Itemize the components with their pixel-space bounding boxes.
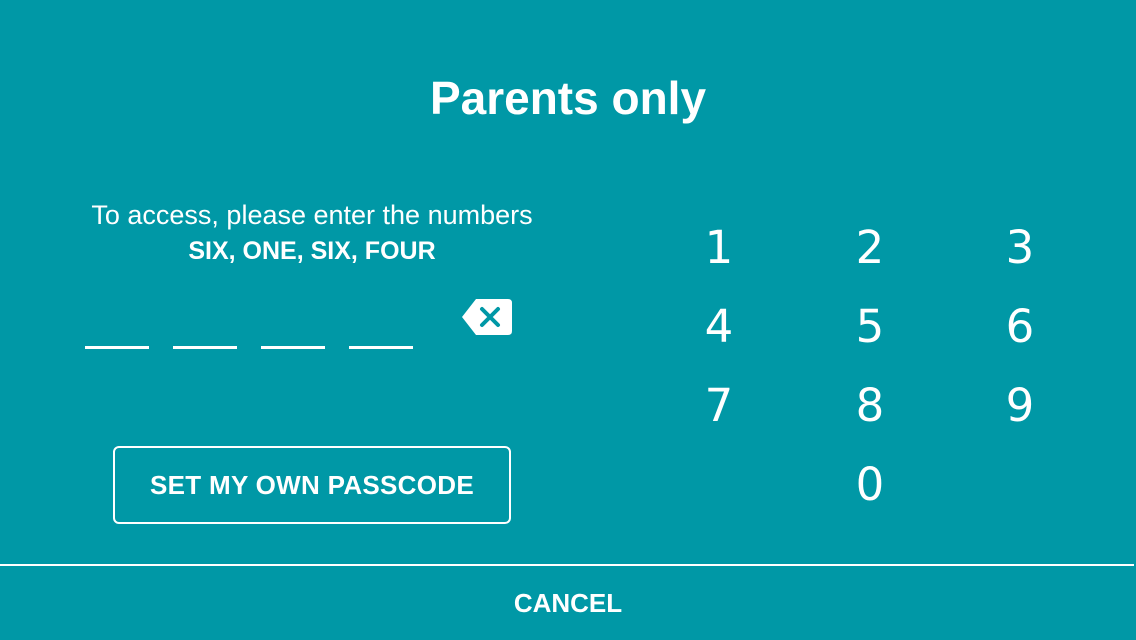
backspace-icon — [462, 299, 512, 335]
parental-gate-screen: Parents only To access, please enter the… — [0, 0, 1136, 640]
keypad-key-6[interactable]: 6 — [970, 294, 1070, 358]
keypad-key-0[interactable]: 0 — [820, 452, 920, 516]
keypad-key-5[interactable]: 5 — [820, 294, 920, 358]
keypad-key-8[interactable]: 8 — [820, 373, 920, 437]
cancel-button[interactable]: CANCEL — [0, 566, 1136, 640]
keypad-key-1[interactable]: 1 — [669, 215, 769, 279]
backspace-button[interactable] — [462, 299, 512, 335]
instruction-text: To access, please enter the numbers SIX,… — [40, 198, 584, 268]
page-title: Parents only — [429, 72, 707, 124]
digit-slot-2 — [173, 346, 237, 349]
set-own-passcode-button[interactable]: SET MY OWN PASSCODE — [113, 446, 511, 524]
instruction-label: To access, please enter the numbers — [91, 200, 533, 230]
code-words: SIX, ONE, SIX, FOUR — [188, 237, 436, 265]
keypad-key-3[interactable]: 3 — [970, 215, 1070, 279]
keypad-key-2[interactable]: 2 — [820, 215, 920, 279]
digit-slot-3 — [261, 346, 325, 349]
keypad-key-4[interactable]: 4 — [669, 294, 769, 358]
digit-slot-4 — [349, 346, 413, 349]
keypad-key-9[interactable]: 9 — [970, 373, 1070, 437]
digit-slot-1 — [85, 346, 149, 349]
keypad-key-7[interactable]: 7 — [669, 373, 769, 437]
